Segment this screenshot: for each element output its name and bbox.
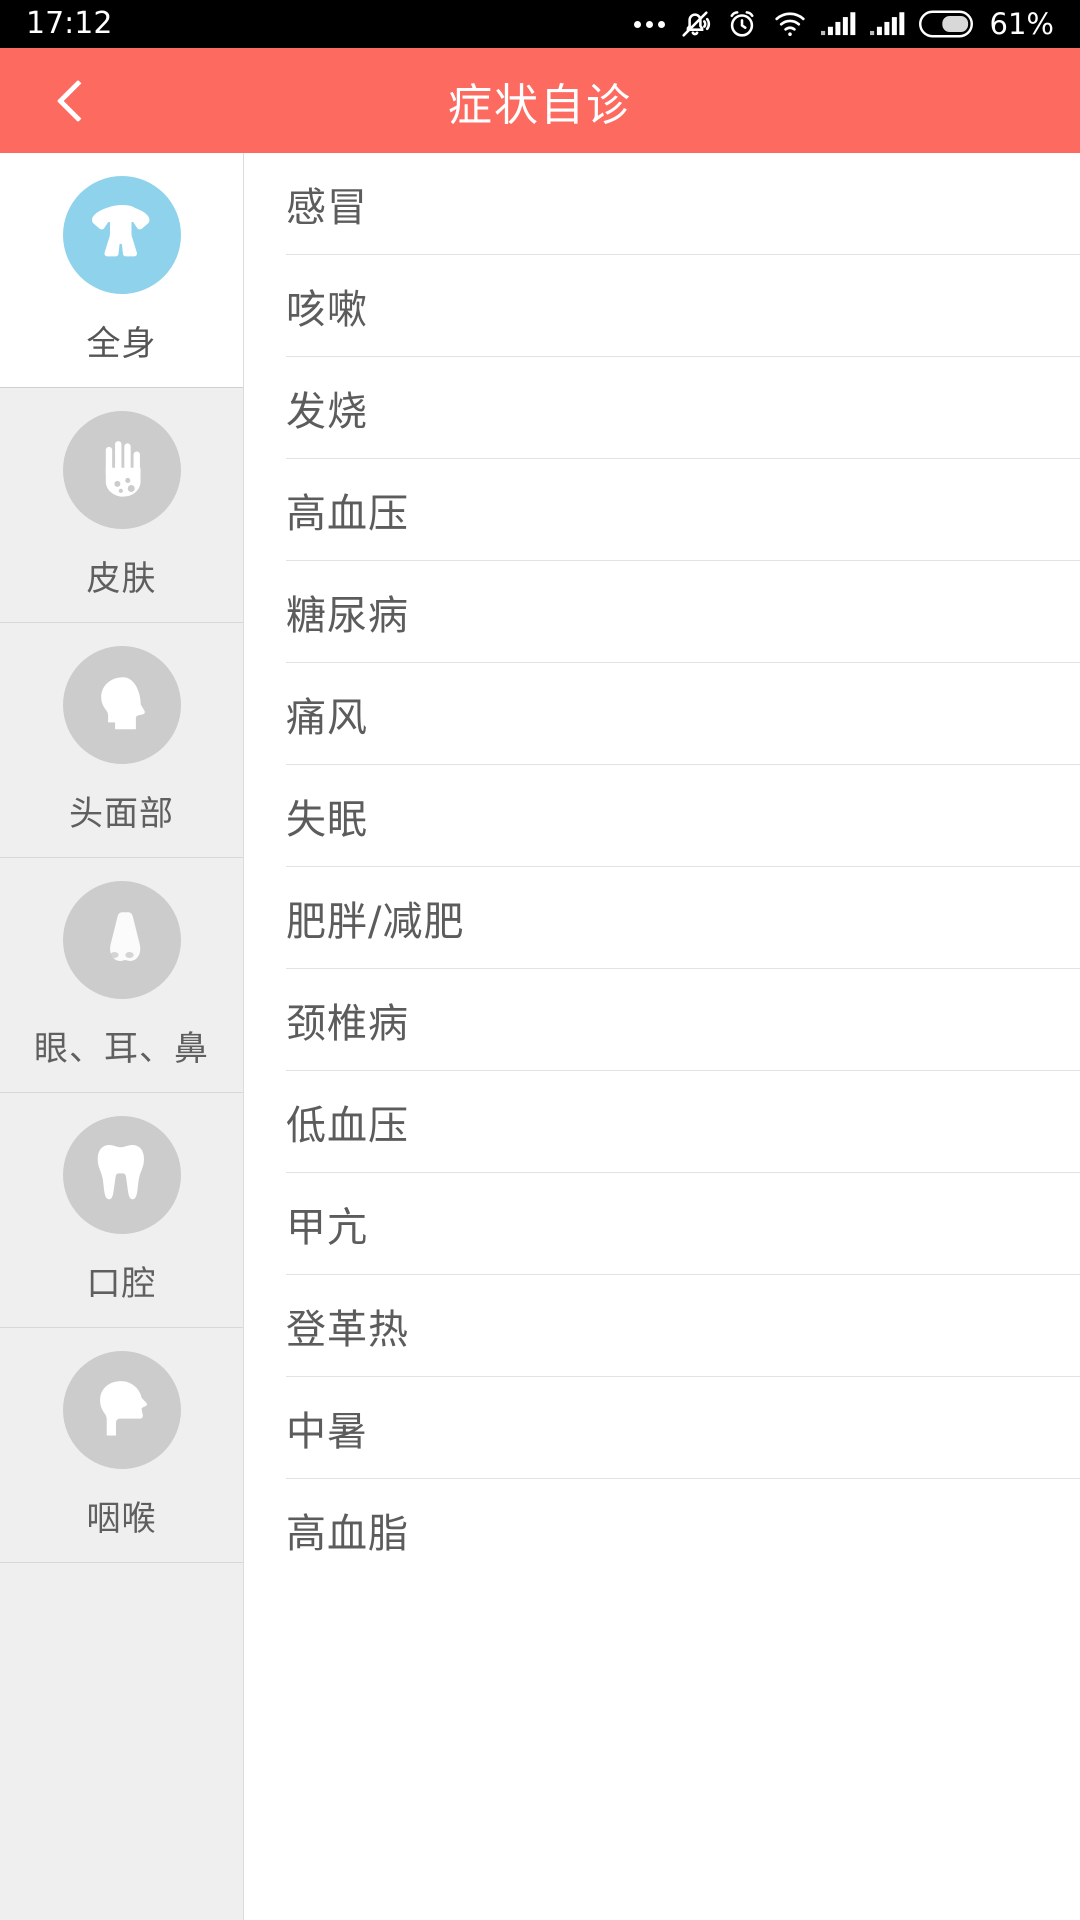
main-content: 全身 皮肤 头面部 眼、耳、鼻 口腔 咽喉 感冒 咳嗽 发烧 高血压 糖尿病 痛… (0, 153, 1080, 1920)
signal-bars-icon (869, 8, 906, 40)
sidebar-item-kouqiang[interactable]: 口腔 (0, 1093, 243, 1328)
status-bar: 17:12 61% (0, 0, 1080, 48)
app-screen: 17:12 61% 症状自诊 全身 皮肤 头面部 眼、耳、鼻 口腔 咽喉 感冒 … (0, 0, 1080, 1920)
symptom-list[interactable]: 感冒 咳嗽 发烧 高血压 糖尿病 痛风 失眠 肥胖/减肥 颈椎病 低血压 甲亢 … (244, 153, 1080, 1920)
list-item-label: 甲亢 (286, 1205, 368, 1251)
sidebar-item-pifu[interactable]: 皮肤 (0, 388, 243, 623)
list-item[interactable]: 低血压 (244, 1071, 1080, 1173)
tooth-icon (62, 1115, 181, 1234)
app-header: 症状自诊 (0, 48, 1080, 153)
list-item[interactable]: 甲亢 (244, 1173, 1080, 1275)
throat-head-icon (62, 1350, 181, 1469)
hand-rash-icon (62, 410, 181, 529)
list-item-label: 肥胖/减肥 (286, 899, 465, 945)
list-item[interactable]: 失眠 (244, 765, 1080, 867)
sidebar-item-label: 咽喉 (86, 1498, 157, 1539)
status-icons: 61% (633, 0, 1054, 48)
list-item-label: 痛风 (286, 695, 368, 741)
chevron-left-icon (56, 79, 100, 122)
list-item[interactable]: 发烧 (244, 357, 1080, 459)
torso-body-icon (62, 175, 181, 294)
list-item-label: 失眠 (286, 797, 368, 843)
list-item-label: 高血压 (286, 491, 409, 537)
list-item[interactable]: 中暑 (244, 1377, 1080, 1479)
alarm-clock-icon (725, 7, 759, 41)
list-item[interactable]: 高血压 (244, 459, 1080, 561)
category-sidebar[interactable]: 全身 皮肤 头面部 眼、耳、鼻 口腔 咽喉 (0, 153, 244, 1920)
page-title: 症状自诊 (448, 79, 632, 131)
sidebar-item-yan-er-bi[interactable]: 眼、耳、鼻 (0, 858, 243, 1093)
sidebar-item-label: 眼、耳、鼻 (34, 1028, 209, 1069)
sidebar-item-toumianbu[interactable]: 头面部 (0, 623, 243, 858)
battery-icon (918, 9, 973, 39)
signal-bars-icon (820, 8, 857, 40)
list-item[interactable]: 糖尿病 (244, 561, 1080, 663)
nose-icon (62, 880, 181, 999)
list-item[interactable]: 高血脂 (244, 1479, 1080, 1581)
sidebar-item-label: 皮肤 (86, 558, 157, 599)
list-item-label: 发烧 (286, 389, 368, 435)
back-button[interactable] (28, 48, 118, 153)
list-item-label: 高血脂 (286, 1511, 409, 1557)
list-item-label: 感冒 (286, 185, 368, 231)
list-item-label: 咳嗽 (286, 287, 368, 333)
list-item[interactable]: 登革热 (244, 1275, 1080, 1377)
sidebar-item-quanshen[interactable]: 全身 (0, 153, 243, 388)
list-item-label: 颈椎病 (286, 1001, 409, 1047)
list-item-label: 登革热 (286, 1307, 409, 1353)
list-item[interactable]: 感冒 (244, 153, 1080, 255)
sidebar-item-label: 全身 (86, 323, 157, 364)
list-item[interactable]: 咳嗽 (244, 255, 1080, 357)
battery-percent-label: 61% (989, 7, 1054, 41)
sidebar-item-label: 头面部 (69, 793, 174, 834)
list-item[interactable]: 肥胖/减肥 (244, 867, 1080, 969)
sidebar-item-label: 口腔 (86, 1263, 157, 1304)
list-item[interactable]: 颈椎病 (244, 969, 1080, 1071)
wifi-icon (772, 7, 808, 41)
list-item-label: 糖尿病 (286, 593, 409, 639)
status-time: 17:12 (26, 6, 113, 41)
bell-muted-icon (678, 7, 712, 41)
list-item[interactable]: 痛风 (244, 663, 1080, 765)
list-item-label: 低血压 (286, 1103, 409, 1149)
head-profile-icon (62, 645, 181, 764)
sidebar-item-yanhou[interactable]: 咽喉 (0, 1328, 243, 1563)
more-dots-icon (633, 20, 665, 28)
list-item-label: 中暑 (286, 1409, 368, 1455)
